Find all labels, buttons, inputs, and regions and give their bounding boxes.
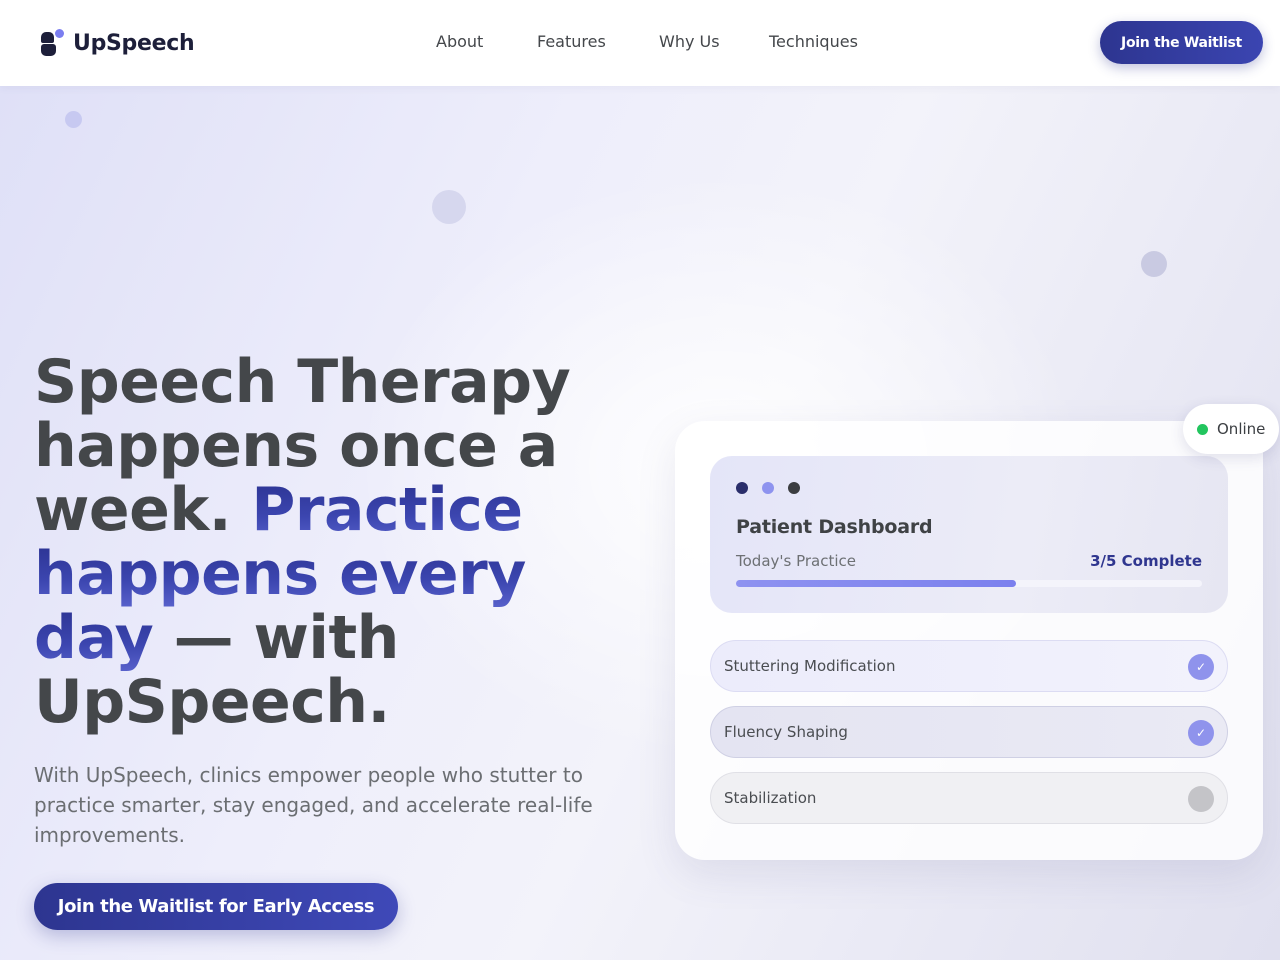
status-text: Online (1217, 420, 1266, 438)
task-label: Stuttering Modification (724, 657, 896, 675)
practice-progress-bar (736, 580, 1202, 587)
check-icon[interactable]: ✓ (1188, 720, 1214, 746)
practice-label: Today's Practice (736, 552, 856, 570)
task-label: Stabilization (724, 789, 817, 807)
nav-link-why-us[interactable]: Why Us (659, 32, 720, 51)
status-dot-icon (1197, 423, 1208, 435)
hero-headline: Speech Therapy happens once a week. Prac… (34, 350, 614, 734)
dashboard-title: Patient Dashboard (736, 516, 933, 538)
decorative-bubble (65, 111, 82, 128)
task-item-stuttering-modification[interactable]: Stuttering Modification ✓ (710, 640, 1228, 692)
early-access-button[interactable]: Join the Waitlist for Early Access (34, 883, 398, 930)
task-label: Fluency Shaping (724, 723, 848, 741)
top-navbar: UpSpeech About Features Why Us Technique… (0, 0, 1280, 86)
window-dot-icon (736, 482, 748, 494)
join-waitlist-button[interactable]: Join the Waitlist (1100, 21, 1263, 64)
practice-status: 3/5 Complete (1090, 552, 1202, 570)
hero-subtitle: With UpSpeech, clinics empower people wh… (34, 763, 593, 847)
decorative-bubble (432, 190, 466, 224)
nav-links: About Features Why Us Techniques (0, 32, 1280, 54)
nav-link-features[interactable]: Features (537, 32, 606, 51)
nav-link-about[interactable]: About (436, 32, 483, 51)
window-dots (736, 482, 814, 494)
online-status-badge: Online (1183, 404, 1279, 454)
dashboard-panel: Patient Dashboard Today's Practice 3/5 C… (710, 456, 1228, 613)
progress-fill (736, 580, 1016, 587)
task-item-stabilization[interactable]: Stabilization (710, 772, 1228, 824)
decorative-bubble (1141, 251, 1167, 277)
window-dot-icon (762, 482, 774, 494)
task-item-fluency-shaping[interactable]: Fluency Shaping ✓ (710, 706, 1228, 758)
pending-circle-icon[interactable] (1188, 786, 1214, 812)
check-icon[interactable]: ✓ (1188, 654, 1214, 680)
nav-link-techniques[interactable]: Techniques (769, 32, 858, 51)
patient-dashboard-card: Patient Dashboard Today's Practice 3/5 C… (675, 421, 1263, 860)
hero-section: Speech Therapy happens once a week. Prac… (0, 86, 1280, 960)
window-dot-icon (788, 482, 800, 494)
